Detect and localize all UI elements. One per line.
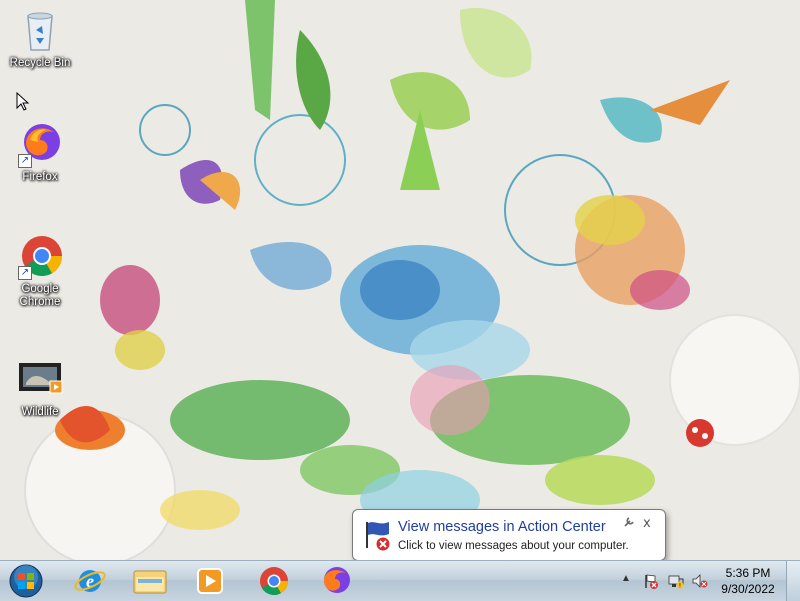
notification-body: Click to view messages about your comput… [398, 540, 629, 552]
chrome-taskbar-icon[interactable] [246, 563, 302, 599]
clock-time: 5:36 PM [725, 566, 771, 580]
action-center-notification[interactable]: View messages in Action Center Click to … [352, 509, 666, 574]
desktop-icon-wildlife[interactable]: Wildlife [2, 355, 78, 419]
clock-date: 9/30/2022 [721, 582, 775, 596]
windows-explorer-icon[interactable] [122, 563, 178, 599]
desktop-icon-label: Firefox [22, 171, 58, 183]
desktop-icon-label: Recycle Bin [9, 57, 71, 69]
desktop-icon-firefox[interactable]: ↗ Firefox [2, 120, 78, 184]
recycle-bin-icon [16, 6, 64, 54]
desktop-wallpaper [0, 0, 800, 560]
desktop-icon-google-chrome[interactable]: ↗ Google Chrome [2, 232, 78, 309]
mouse-cursor-icon [16, 92, 30, 111]
desktop-icon-label: Google Chrome [19, 283, 61, 308]
taskbar: e ▲ ! 5:36 PM 9/30/2022 [0, 560, 800, 601]
start-button[interactable] [6, 563, 46, 599]
shortcut-arrow-icon: ↗ [18, 154, 32, 168]
desktop-icon-recycle-bin[interactable]: Recycle Bin [2, 6, 78, 70]
tray-overflow-arrow[interactable]: ▲ [621, 573, 631, 584]
action-center-flag-icon [366, 522, 391, 552]
settings-wrench-icon[interactable] [623, 516, 635, 528]
firefox-icon: ↗ [16, 120, 64, 168]
action-center-tray-icon[interactable] [643, 573, 659, 589]
network-icon[interactable]: ! [668, 573, 684, 589]
notification-title: View messages in Action Center [398, 519, 606, 535]
show-desktop-button[interactable] [786, 561, 800, 601]
video-file-icon [16, 355, 64, 403]
taskbar-clock[interactable]: 5:36 PM 9/30/2022 [712, 565, 784, 597]
chrome-icon: ↗ [16, 232, 64, 280]
shortcut-arrow-icon: ↗ [18, 266, 32, 280]
internet-explorer-icon[interactable]: e [62, 563, 118, 599]
firefox-taskbar-icon[interactable] [308, 563, 364, 599]
desktop-icon-label: Wildlife [21, 406, 59, 418]
windows-media-player-icon[interactable] [182, 563, 238, 599]
close-icon[interactable]: x [643, 516, 651, 531]
volume-muted-icon[interactable] [692, 573, 708, 589]
svg-text:!: ! [679, 583, 681, 590]
